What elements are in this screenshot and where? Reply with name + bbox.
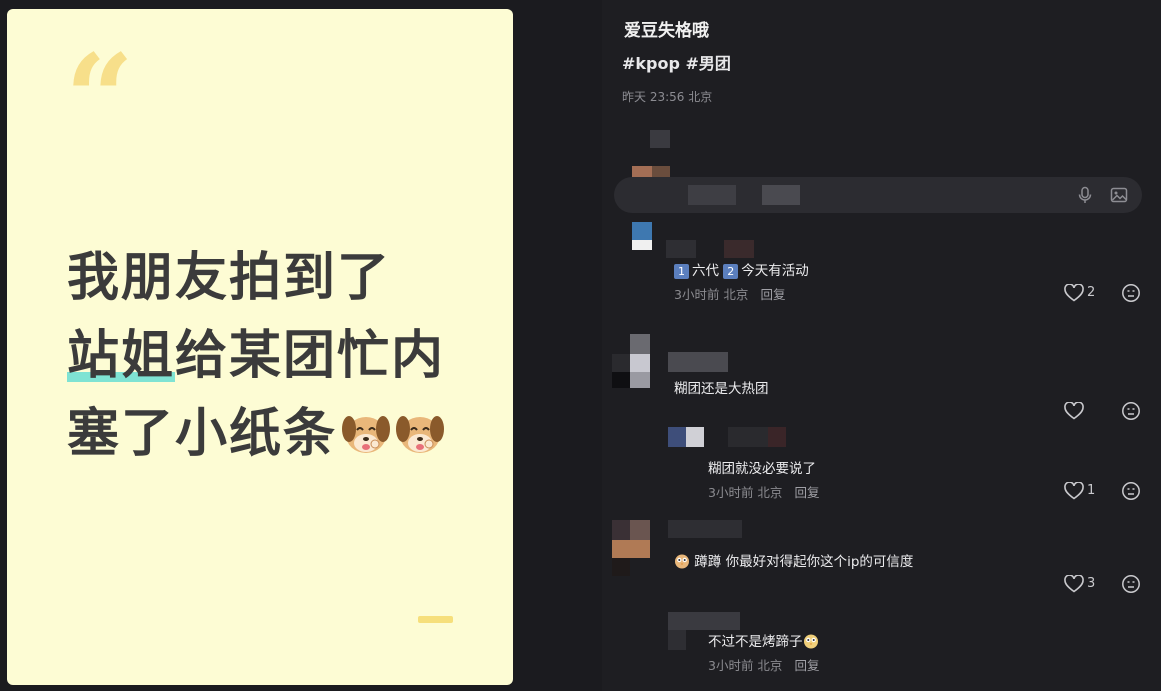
blurred-avatar: [612, 334, 652, 404]
post-timestamp: 昨天 23:56 北京: [622, 90, 713, 104]
comment-text-part: 今天有活动: [741, 263, 809, 279]
emoji-face-icon[interactable]: [1121, 401, 1141, 421]
comment-time-location: 3小时前 北京: [708, 658, 783, 673]
post-detail-panel: 爱豆失格哦 #kpop #男团 昨天 23:56 北京 1 六代 2 今天有活动…: [602, 0, 1161, 691]
post-image-card[interactable]: “ 我朋友拍到了 站姐给某团忙内 塞了小纸条: [7, 9, 513, 685]
owl-emoji-icon: [675, 554, 689, 569]
comment-text: 糊团还是大热团: [674, 381, 769, 397]
emoji-face-icon[interactable]: [1121, 574, 1141, 594]
comment-text: 糊团就没必要说了: [708, 461, 816, 477]
blurred-username: [668, 427, 798, 447]
like-count: 1: [1087, 483, 1096, 498]
number-badge: 1: [674, 264, 689, 279]
dog-emoji-icon: [396, 416, 445, 453]
quote-mark-icon: “: [65, 28, 135, 169]
blurred-placeholder: [688, 185, 736, 205]
like-button[interactable]: 2: [1064, 284, 1104, 304]
blurred-avatar: [612, 520, 652, 576]
card-text-line-1: 我朋友拍到了: [67, 248, 392, 308]
post-title: 爱豆失格哦: [624, 21, 709, 41]
card-text-line-2-rest: 给某团忙内: [175, 326, 446, 386]
comment-text: 不过不是烤蹄子: [708, 630, 819, 650]
blurred-username: [668, 352, 728, 372]
like-button[interactable]: 1: [1064, 482, 1104, 502]
comment-text: 蹲蹲 你最好对得起你这个ip的可信度: [674, 550, 913, 570]
like-button[interactable]: 3: [1064, 575, 1104, 595]
card-text-line-3-text: 塞了小纸条: [67, 404, 338, 464]
blurred-placeholder: [762, 185, 800, 205]
image-icon[interactable]: [1110, 186, 1128, 204]
reply-button[interactable]: 回复: [794, 485, 819, 500]
comment-time-location: 3小时前 北京: [708, 485, 783, 500]
number-badge: 2: [723, 264, 739, 279]
blurred-username: [666, 240, 766, 258]
owl-emoji-icon: [803, 634, 818, 649]
microphone-icon[interactable]: [1076, 186, 1094, 204]
decorative-dash: [418, 616, 453, 623]
heart-icon: [1064, 575, 1084, 593]
comment-meta: 3小时前 北京 回复: [708, 482, 819, 501]
blurred-username: [668, 520, 742, 538]
card-text-line-2: 站姐给某团忙内: [67, 313, 445, 388]
highlighted-text: 站姐: [67, 313, 176, 388]
like-button[interactable]: [1064, 402, 1104, 422]
heart-icon: [1064, 482, 1084, 500]
reply-button[interactable]: 回复: [794, 658, 819, 673]
emoji-face-icon[interactable]: [1121, 481, 1141, 501]
post-tags[interactable]: #kpop #男团: [622, 50, 731, 74]
comment-text-part: 六代: [692, 263, 719, 279]
comment-text-part: 不过不是烤蹄子: [708, 634, 803, 650]
comment-meta: 3小时前 北京 回复: [674, 284, 785, 303]
comment-time-location: 3小时前 北京: [674, 287, 749, 302]
card-text-line-3: 塞了小纸条: [67, 391, 445, 466]
emoji-face-icon[interactable]: [1121, 283, 1141, 303]
like-count: 3: [1087, 576, 1096, 591]
screen: “ 我朋友拍到了 站姐给某团忙内 塞了小纸条 爱豆失格哦 #kpop #男团 昨…: [0, 0, 1161, 691]
heart-icon: [1064, 284, 1084, 302]
dog-emoji-icon: [342, 416, 391, 453]
reply-button[interactable]: 回复: [760, 287, 785, 302]
comment-meta: 3小时前 北京 回复: [708, 655, 819, 674]
comment-text: 1 六代 2 今天有活动: [674, 259, 809, 279]
comment-input-bar[interactable]: [614, 177, 1142, 213]
heart-icon: [1064, 402, 1084, 420]
like-count: 2: [1087, 285, 1096, 300]
comment-text-part: 蹲蹲 你最好对得起你这个ip的可信度: [694, 554, 914, 570]
